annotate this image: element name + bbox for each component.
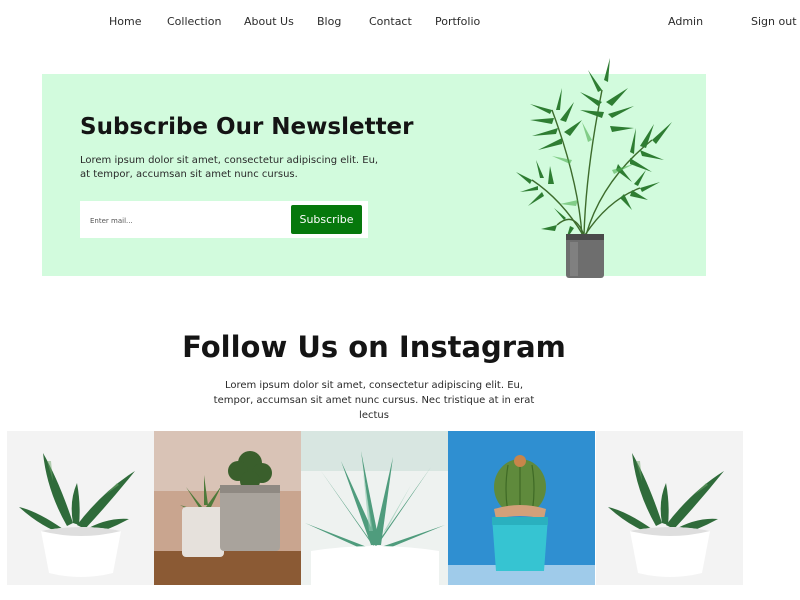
palm-plant-image [516,58,672,278]
nav-admin[interactable]: Admin [668,15,703,28]
nav-contact[interactable]: Contact [369,15,412,28]
nav-portfolio[interactable]: Portfolio [435,15,480,28]
nav-home[interactable]: Home [109,15,141,28]
instagram-photo-aloe[interactable] [301,431,448,585]
instagram-photo-cactus[interactable] [448,431,595,585]
instagram-photo-concrete-pots[interactable] [154,431,301,585]
instagram-title: Follow Us on Instagram [182,330,566,364]
nav-blog[interactable]: Blog [317,15,341,28]
instagram-description: Lorem ipsum dolor sit amet, consectetur … [213,380,535,421]
newsletter-form: Subscribe [80,201,368,238]
email-input[interactable] [88,209,282,232]
newsletter-description: Lorem ipsum dolor sit amet, consectetur … [80,155,379,180]
subscribe-button[interactable]: Subscribe [291,205,362,234]
top-nav: Home Collection About Us Blog Contact Po… [0,0,800,44]
nav-sign-out[interactable]: Sign out [751,15,797,28]
newsletter-title: Subscribe Our Newsletter [80,114,414,140]
nav-about-us[interactable]: About Us [244,15,294,28]
instagram-photo-succulent-2[interactable] [596,431,743,585]
nav-collection[interactable]: Collection [167,15,221,28]
instagram-photo-succulent[interactable] [7,431,154,585]
instagram-gallery [7,431,743,585]
